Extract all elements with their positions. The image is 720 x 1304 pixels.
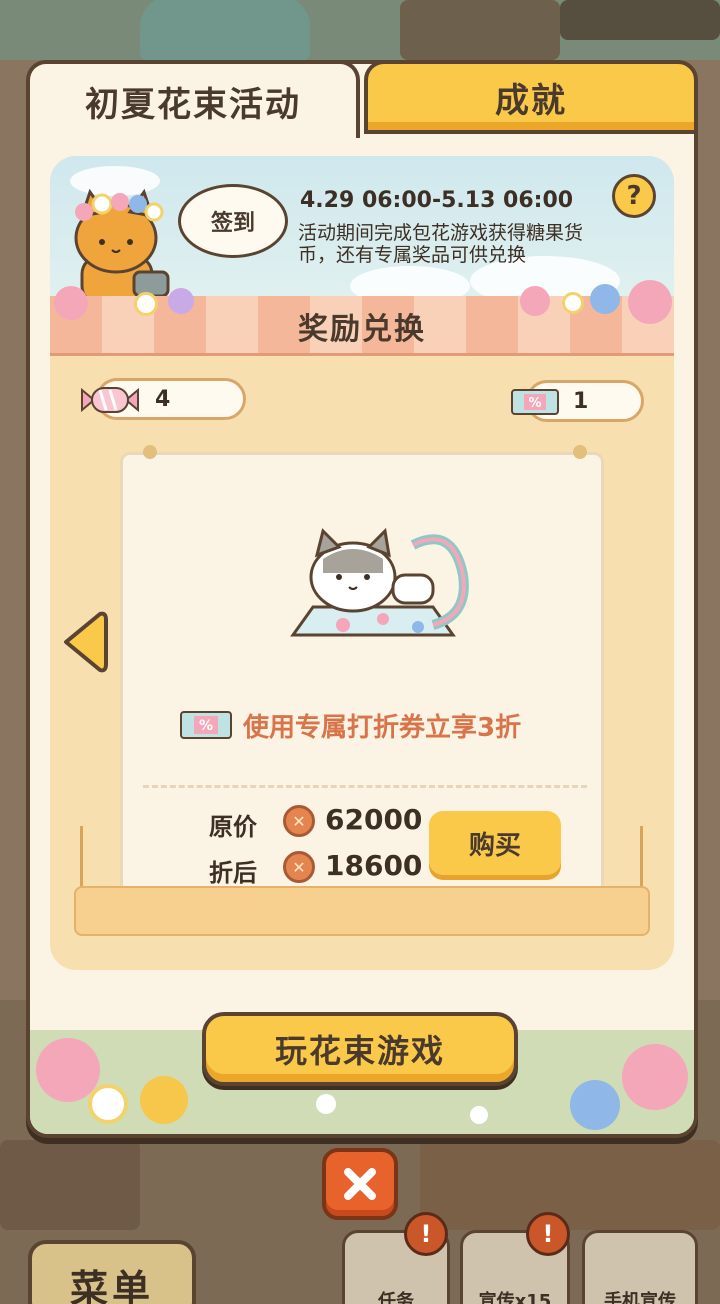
flower-decoration [316, 1094, 336, 1114]
flower-decoration [622, 1044, 688, 1110]
play-bouquet-game-button[interactable]: 玩花束游戏 [202, 1012, 518, 1086]
event-description: 活动期间完成包花游戏获得糖果货币，还有专属奖品可供兑换 [298, 222, 584, 266]
flower-decoration [628, 280, 672, 324]
svg-text:%: % [528, 396, 541, 411]
previous-reward-arrow-icon[interactable] [60, 610, 108, 674]
task-label: 任务 [378, 1291, 414, 1304]
event-card: 签到 4.29 06:00-5.13 06:00 活动期间完成包花游戏获得糖果货… [50, 156, 674, 970]
task-alert-badge: ! [404, 1212, 448, 1256]
coupon-count: 1 [573, 388, 589, 414]
discount-offer-row: % 使用专属打折券立享3折 [179, 705, 559, 745]
wooden-shelf [74, 886, 650, 936]
background-cabinet [420, 1140, 720, 1230]
flower-decoration [590, 284, 620, 314]
flower-decoration [88, 1084, 128, 1124]
paper-pin [143, 445, 157, 459]
phone-promo-label: 手机宣传 [604, 1291, 676, 1304]
flower-decoration [134, 292, 158, 316]
flower-decoration [562, 292, 584, 314]
menu-button[interactable]: 菜单 [28, 1240, 196, 1304]
help-icon[interactable]: ? [612, 174, 656, 218]
background-chair [0, 1140, 140, 1230]
candy-icon [81, 387, 139, 413]
background-shelf [560, 0, 720, 40]
flower-decoration [54, 286, 88, 320]
event-date-range: 4.29 06:00-5.13 06:00 [300, 188, 574, 213]
flower-decoration [520, 286, 550, 316]
discounted-price-value: 18600 [325, 849, 423, 882]
tab-achievements[interactable]: 成就 [364, 60, 698, 134]
background-shelf [400, 0, 560, 60]
coin-icon: ✕ [283, 805, 315, 837]
discount-offer-text: 使用专属打折券立享3折 [243, 712, 522, 743]
checkin-speech-bubble[interactable]: 签到 [178, 184, 288, 258]
discount-coupon-icon: % [180, 711, 232, 739]
cat-on-floral-cushion-icon [290, 527, 469, 637]
coin-icon: ✕ [283, 851, 315, 883]
close-button[interactable] [322, 1148, 398, 1220]
discounted-price-label: 折后 [209, 859, 257, 887]
tab-early-summer-bouquet-event[interactable]: 初夏花束活动 [26, 60, 360, 138]
original-price-value: 62000 [325, 803, 423, 836]
flower-decoration [140, 1076, 188, 1124]
candy-count: 4 [155, 386, 171, 412]
promo-label: 宣传x15 [478, 1291, 552, 1304]
svg-text:%: % [199, 718, 213, 734]
discount-coupon-icon: % [511, 389, 559, 415]
flower-decoration [470, 1106, 488, 1124]
flower-decoration [570, 1080, 620, 1130]
close-icon [344, 1168, 376, 1200]
buy-button[interactable]: 购买 [429, 811, 561, 875]
reward-item-card: % 使用专属打折券立享3折 原价 ✕ 62000 折后 ✕ 18600 购买 [120, 445, 604, 904]
original-price-label: 原价 [209, 813, 257, 841]
paper-pin [573, 445, 587, 459]
promo-alert-badge: ! [526, 1212, 570, 1256]
flower-decoration [168, 288, 194, 314]
phone-promo-button[interactable]: 手机宣传 [582, 1230, 698, 1304]
paper-divider [143, 785, 587, 788]
